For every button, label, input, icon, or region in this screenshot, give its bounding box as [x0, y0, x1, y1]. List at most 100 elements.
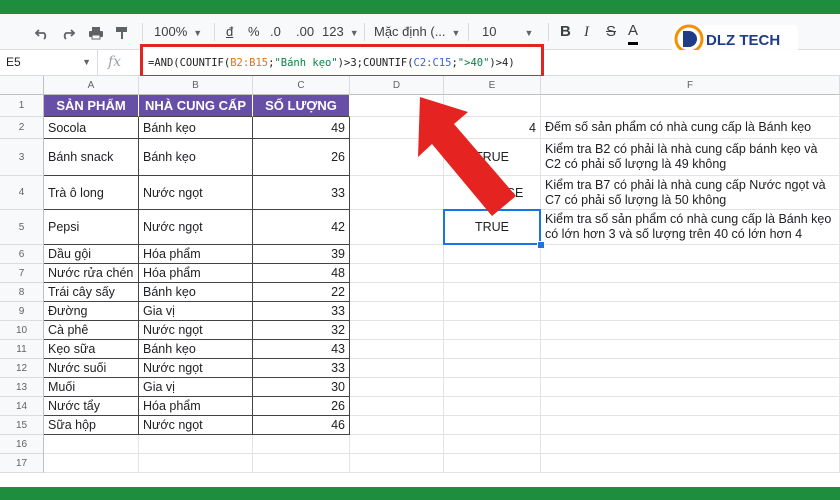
- table-cell[interactable]: 49: [253, 117, 350, 139]
- grid-cell[interactable]: [444, 95, 541, 117]
- name-box[interactable]: E5 ▼: [0, 50, 98, 75]
- grid-cell[interactable]: [541, 264, 840, 283]
- table-cell[interactable]: Bánh kẹo: [139, 117, 253, 139]
- note-cell-f3[interactable]: Kiểm tra B2 có phải là nhà cung cấp bánh…: [541, 139, 840, 176]
- table-cell[interactable]: 32: [253, 321, 350, 340]
- grid-cell[interactable]: [350, 283, 444, 302]
- grid-cell[interactable]: [350, 378, 444, 397]
- table-cell[interactable]: 33: [253, 359, 350, 378]
- grid-cell[interactable]: [541, 95, 840, 117]
- table-cell[interactable]: 43: [253, 340, 350, 359]
- grid-cell[interactable]: [444, 378, 541, 397]
- row-header-5[interactable]: 5: [0, 210, 44, 245]
- grid-cell[interactable]: [253, 435, 350, 454]
- table-cell[interactable]: Bánh kẹo: [139, 340, 253, 359]
- table-cell[interactable]: Gia vị: [139, 302, 253, 321]
- grid-cell[interactable]: [541, 435, 840, 454]
- table-cell[interactable]: 22: [253, 283, 350, 302]
- row-header-6[interactable]: 6: [0, 245, 44, 264]
- table-cell[interactable]: Bánh snack: [44, 139, 139, 176]
- row-header-17[interactable]: 17: [0, 454, 44, 473]
- table-cell[interactable]: Gia vị: [139, 378, 253, 397]
- grid-cell[interactable]: [350, 321, 444, 340]
- grid-cell[interactable]: [541, 454, 840, 473]
- column-header-b[interactable]: B: [139, 76, 253, 95]
- result-cell-e3[interactable]: TRUE: [444, 139, 541, 176]
- table-cell[interactable]: Hóa phẩm: [139, 245, 253, 264]
- table-header-cell[interactable]: SỐ LƯỢNG: [253, 95, 350, 117]
- table-cell[interactable]: Nước ngọt: [139, 176, 253, 210]
- grid-cell[interactable]: [139, 454, 253, 473]
- table-cell[interactable]: 26: [253, 397, 350, 416]
- grid-cell[interactable]: [350, 302, 444, 321]
- grid-cell[interactable]: [541, 378, 840, 397]
- table-cell[interactable]: 33: [253, 302, 350, 321]
- table-cell[interactable]: 48: [253, 264, 350, 283]
- grid-cell[interactable]: [541, 397, 840, 416]
- grid-cell[interactable]: [350, 435, 444, 454]
- table-cell[interactable]: Socola: [44, 117, 139, 139]
- grid-cell[interactable]: [541, 245, 840, 264]
- bold-button[interactable]: B: [560, 14, 571, 50]
- table-cell[interactable]: Trái cây sấy: [44, 283, 139, 302]
- redo-icon[interactable]: [60, 14, 76, 50]
- table-cell[interactable]: Hóa phẩm: [139, 397, 253, 416]
- row-header-15[interactable]: 15: [0, 416, 44, 435]
- column-header-f[interactable]: F: [541, 76, 840, 95]
- table-cell[interactable]: 30: [253, 378, 350, 397]
- grid-cell[interactable]: [139, 435, 253, 454]
- grid-cell[interactable]: [350, 416, 444, 435]
- italic-button[interactable]: I: [584, 14, 589, 50]
- row-header-16[interactable]: 16: [0, 435, 44, 454]
- grid-cell[interactable]: [444, 321, 541, 340]
- table-cell[interactable]: Pepsi: [44, 210, 139, 245]
- grid-cell[interactable]: [253, 454, 350, 473]
- column-header-d[interactable]: D: [350, 76, 444, 95]
- table-cell[interactable]: Nước ngọt: [139, 359, 253, 378]
- table-cell[interactable]: 42: [253, 210, 350, 245]
- table-cell[interactable]: Nước tẩy: [44, 397, 139, 416]
- strikethrough-button[interactable]: S: [606, 14, 616, 50]
- table-header-cell[interactable]: NHÀ CUNG CẤP: [139, 95, 253, 117]
- undo-icon[interactable]: [34, 14, 50, 50]
- row-header-7[interactable]: 7: [0, 264, 44, 283]
- grid-cell[interactable]: [350, 176, 444, 210]
- table-cell[interactable]: Nước ngọt: [139, 210, 253, 245]
- table-cell[interactable]: 39: [253, 245, 350, 264]
- table-cell[interactable]: Dầu gội: [44, 245, 139, 264]
- column-header-e[interactable]: E: [444, 76, 541, 95]
- formula-input[interactable]: =AND(COUNTIF(B2:B15;"Bánh kẹo")>3;COUNTI…: [148, 54, 515, 72]
- grid-cell[interactable]: [350, 264, 444, 283]
- grid-cell[interactable]: [350, 210, 444, 245]
- fill-handle[interactable]: [537, 241, 545, 249]
- note-cell-f5[interactable]: Kiểm tra số sản phẩm có nhà cung cấp là …: [541, 210, 840, 245]
- table-cell[interactable]: Bánh kẹo: [139, 139, 253, 176]
- column-header-a[interactable]: A: [44, 76, 139, 95]
- grid-cell[interactable]: [350, 95, 444, 117]
- row-header-10[interactable]: 10: [0, 321, 44, 340]
- grid-cell[interactable]: [444, 454, 541, 473]
- row-header-8[interactable]: 8: [0, 283, 44, 302]
- table-cell[interactable]: Cà phê: [44, 321, 139, 340]
- row-header-11[interactable]: 11: [0, 340, 44, 359]
- grid-cell[interactable]: [350, 117, 444, 139]
- grid-cell[interactable]: [44, 454, 139, 473]
- grid-cell[interactable]: [444, 283, 541, 302]
- grid-cell[interactable]: [541, 283, 840, 302]
- grid-cell[interactable]: [444, 264, 541, 283]
- grid-cell[interactable]: [444, 416, 541, 435]
- result-cell-e2[interactable]: 4: [444, 117, 541, 139]
- row-header-4[interactable]: 4: [0, 176, 44, 210]
- grid-cell[interactable]: [541, 359, 840, 378]
- result-cell-e4[interactable]: SE: [444, 176, 541, 210]
- table-cell[interactable]: Sữa hộp: [44, 416, 139, 435]
- row-header-3[interactable]: 3: [0, 139, 44, 176]
- table-cell[interactable]: Bánh kẹo: [139, 283, 253, 302]
- table-cell[interactable]: 26: [253, 139, 350, 176]
- grid-cell[interactable]: [444, 245, 541, 264]
- grid-cell[interactable]: [44, 435, 139, 454]
- grid-cell[interactable]: [541, 302, 840, 321]
- note-cell-f2[interactable]: Đếm số sản phẩm có nhà cung cấp là Bánh …: [541, 117, 840, 139]
- grid-cell[interactable]: [350, 245, 444, 264]
- row-header-13[interactable]: 13: [0, 378, 44, 397]
